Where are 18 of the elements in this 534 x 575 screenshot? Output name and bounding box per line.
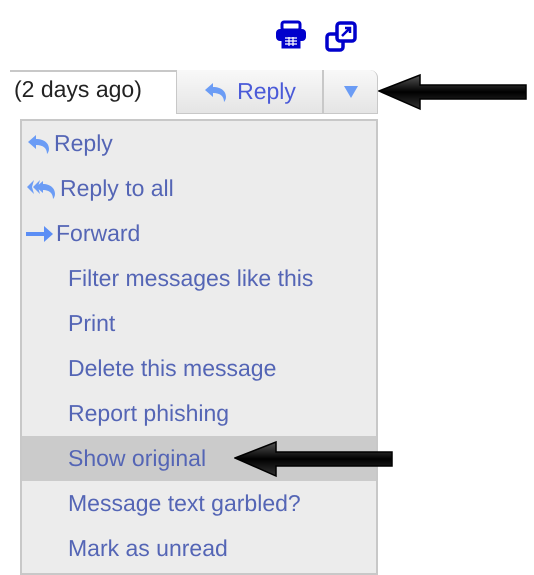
printer-icon[interactable] bbox=[274, 20, 308, 50]
more-options-button[interactable] bbox=[322, 70, 378, 114]
dropdown-triangle-icon bbox=[344, 86, 358, 98]
right-arrow-icon bbox=[26, 224, 54, 244]
new-window-icon[interactable] bbox=[324, 20, 358, 54]
menu-item[interactable]: Reply to all bbox=[22, 166, 376, 211]
menu-item[interactable]: Message text garbled? bbox=[22, 481, 376, 526]
message-timestamp: (2 days ago) bbox=[13, 74, 143, 104]
menu-item[interactable]: Filter messages like this bbox=[22, 256, 376, 301]
menu-item[interactable]: Report phishing bbox=[22, 391, 376, 436]
menu-item[interactable]: Reply bbox=[22, 121, 376, 166]
menu-item[interactable]: Mark as unread bbox=[22, 526, 376, 571]
reply-all-arrow-icon bbox=[26, 178, 58, 200]
menu-item[interactable]: Delete this message bbox=[22, 346, 376, 391]
reply-arrow-icon bbox=[26, 132, 52, 154]
menu-item[interactable]: Print bbox=[22, 301, 376, 346]
menu-item[interactable]: Forward bbox=[22, 211, 376, 256]
reply-button[interactable]: Reply bbox=[176, 70, 322, 114]
